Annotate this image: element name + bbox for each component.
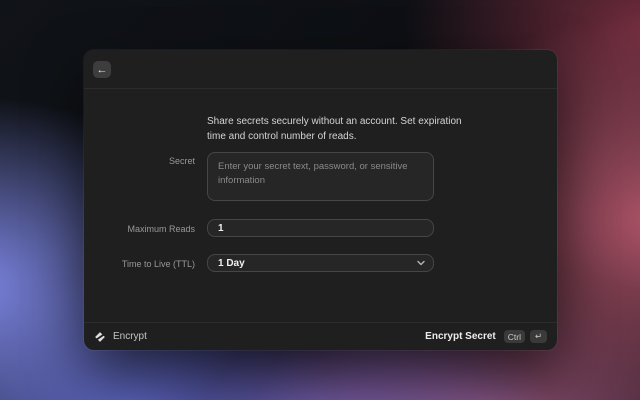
secret-field-label: Secret [84, 156, 195, 166]
back-arrow-icon: ← [97, 64, 108, 76]
command-name: Encrypt [113, 331, 147, 342]
secret-input[interactable] [207, 152, 434, 201]
primary-action-button[interactable]: Encrypt Secret Ctrl ↵ [425, 330, 547, 343]
action-bar: Encrypt Encrypt Secret Ctrl ↵ [84, 322, 557, 350]
maximum-reads-label: Maximum Reads [84, 224, 195, 234]
ttl-dropdown[interactable]: 1 Day [207, 254, 434, 272]
ctrl-key-badge: Ctrl [504, 330, 525, 343]
maximum-reads-input[interactable] [207, 219, 434, 237]
app-window: ← Share secrets securely without an acco… [84, 50, 557, 350]
back-button[interactable]: ← [93, 61, 111, 78]
ttl-selected-value: 1 Day [218, 258, 245, 269]
enter-key-badge: ↵ [530, 330, 547, 343]
ttl-label: Time to Live (TTL) [84, 259, 195, 269]
window-header: ← [84, 50, 557, 89]
chevron-down-icon [417, 260, 425, 266]
footer-command-info: Encrypt [94, 331, 147, 343]
command-description: Share secrets securely without an accoun… [207, 114, 481, 144]
primary-action-label: Encrypt Secret [425, 331, 496, 342]
encrypt-extension-icon [94, 331, 106, 343]
